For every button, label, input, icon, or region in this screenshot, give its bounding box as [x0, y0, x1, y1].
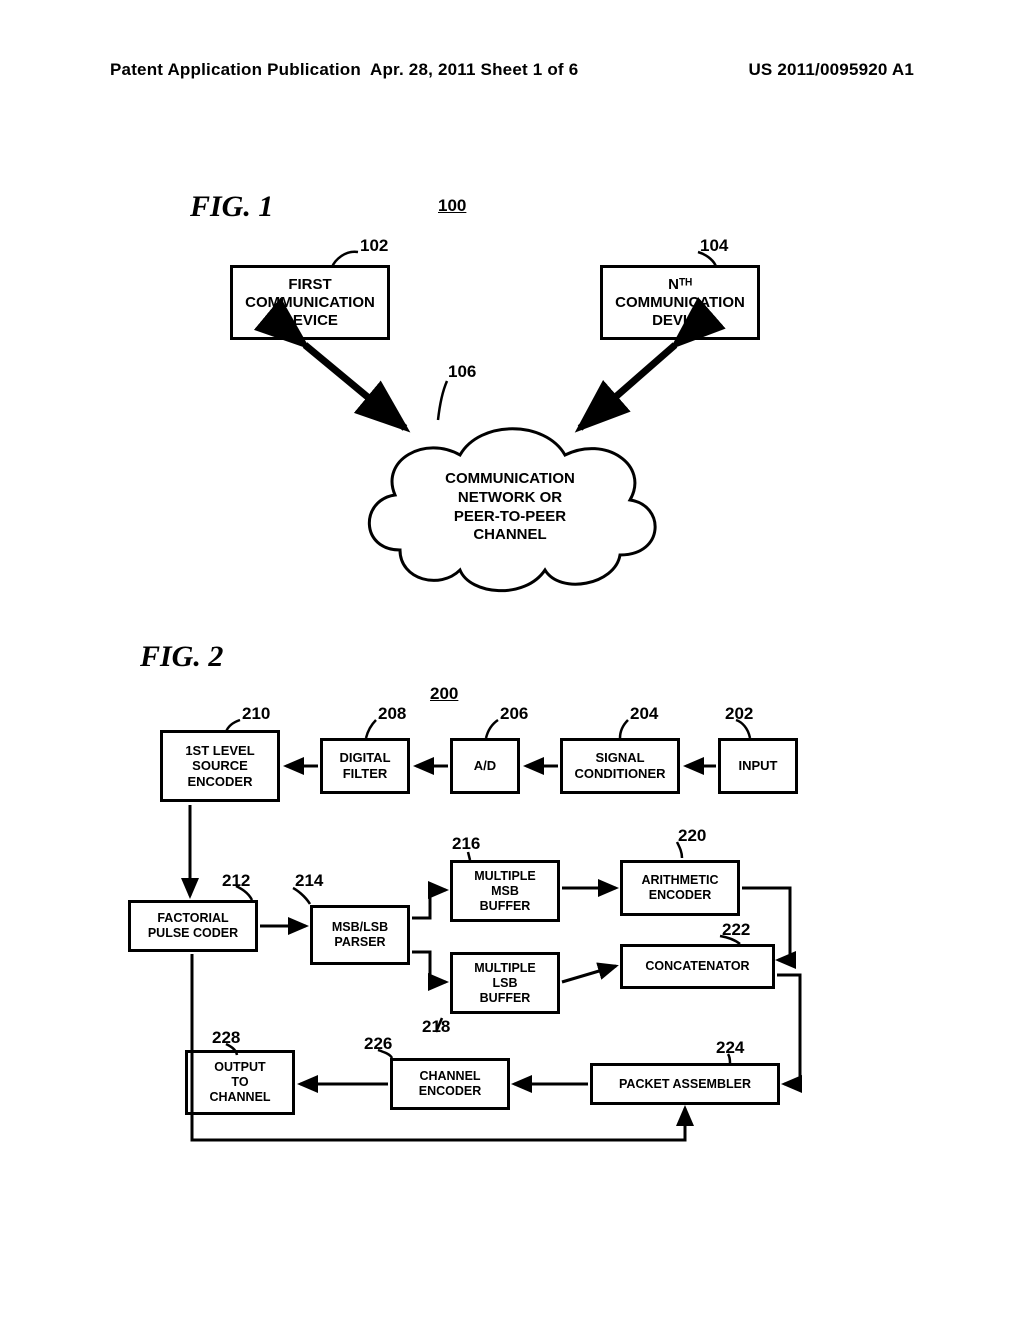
block-channel-encoder: CHANNEL ENCODER [390, 1058, 510, 1110]
ref-222: 222 [722, 920, 750, 940]
b228-text: OUTPUT TO CHANNEL [209, 1060, 270, 1105]
b202-text: INPUT [739, 758, 778, 774]
block-packet-assembler: PACKET ASSEMBLER [590, 1063, 780, 1105]
ref-216: 216 [452, 834, 480, 854]
b208-text: DIGITAL FILTER [339, 750, 390, 781]
b222-text: CONCATENATOR [645, 959, 749, 974]
cloud-text: COMMUNICATION NETWORK OR PEER-TO-PEER CH… [445, 470, 575, 543]
block-multiple-msb-buffer: MULTIPLE MSB BUFFER [450, 860, 560, 922]
block-arithmetic-encoder: ARITHMETIC ENCODER [620, 860, 740, 916]
b204-text: SIGNAL CONDITIONER [575, 750, 666, 781]
block-multiple-lsb-buffer: MULTIPLE LSB BUFFER [450, 952, 560, 1014]
ref-212: 212 [222, 871, 250, 891]
b218-text: MULTIPLE LSB BUFFER [474, 961, 536, 1006]
b212-text: FACTORIAL PULSE CODER [148, 911, 238, 941]
ref-206: 206 [500, 704, 528, 724]
block-a-d: A/D [450, 738, 520, 794]
block-factorial-pulse-coder: FACTORIAL PULSE CODER [128, 900, 258, 952]
b216-text: MULTIPLE MSB BUFFER [474, 869, 536, 914]
ref-226: 226 [364, 1034, 392, 1054]
ref-218: 218 [422, 1017, 450, 1037]
header-pubnum: US 2011/0095920 A1 [748, 60, 914, 80]
block-concatenator: CONCATENATOR [620, 944, 775, 989]
block-output-to-channel: OUTPUT TO CHANNEL [185, 1050, 295, 1115]
fig1-system-ref: 100 [438, 196, 466, 216]
cloud-label: COMMUNICATION NETWORK OR PEER-TO-PEER CH… [390, 470, 630, 545]
block-input: INPUT [718, 738, 798, 794]
ref-102: 102 [360, 236, 388, 256]
ref-204: 204 [630, 704, 658, 724]
ref-106: 106 [448, 362, 476, 382]
ref-104: 104 [700, 236, 728, 256]
block-102-text: FIRST COMMUNICATION DEVICE [245, 276, 375, 330]
ref-220: 220 [678, 826, 706, 846]
ref-208: 208 [378, 704, 406, 724]
block-msb-lsb-parser: MSB/LSB PARSER [310, 905, 410, 965]
block-digital-filter: DIGITAL FILTER [320, 738, 410, 794]
ref-214: 214 [295, 871, 323, 891]
block-104-text: Nᵀᴴ COMMUNICATION DEVICE [615, 276, 745, 330]
ref-228: 228 [212, 1028, 240, 1048]
header-publication: Patent Application Publication [110, 60, 361, 80]
b224-text: PACKET ASSEMBLER [619, 1077, 751, 1092]
b214-text: MSB/LSB PARSER [332, 920, 388, 950]
figure-2: 200 1ST LEVEL SOURCE ENCODER 210 DIGITAL… [130, 700, 910, 1230]
ref-224: 224 [716, 1038, 744, 1058]
patent-page: Patent Application Publication Apr. 28, … [0, 0, 1024, 1320]
b220-text: ARITHMETIC ENCODER [641, 873, 718, 903]
header-date-sheet: Apr. 28, 2011 Sheet 1 of 6 [370, 60, 578, 80]
b210-text: 1ST LEVEL SOURCE ENCODER [185, 743, 254, 790]
block-first-comm-device: FIRST COMMUNICATION DEVICE [230, 265, 390, 340]
fig2-label: FIG. 2 [140, 640, 223, 674]
fig2-system-ref: 200 [430, 684, 458, 704]
block-nth-comm-device: Nᵀᴴ COMMUNICATION DEVICE [600, 265, 760, 340]
b206-text: A/D [474, 758, 496, 774]
block-signal-conditioner: SIGNAL CONDITIONER [560, 738, 680, 794]
block-1st-level-source-encoder: 1ST LEVEL SOURCE ENCODER [160, 730, 280, 802]
ref-202: 202 [725, 704, 753, 724]
ref-210: 210 [242, 704, 270, 724]
b226-text: CHANNEL ENCODER [419, 1069, 482, 1099]
figure-1: 100 FIRST COMMUNICATION DEVICE 102 Nᵀᴴ C… [160, 190, 860, 630]
